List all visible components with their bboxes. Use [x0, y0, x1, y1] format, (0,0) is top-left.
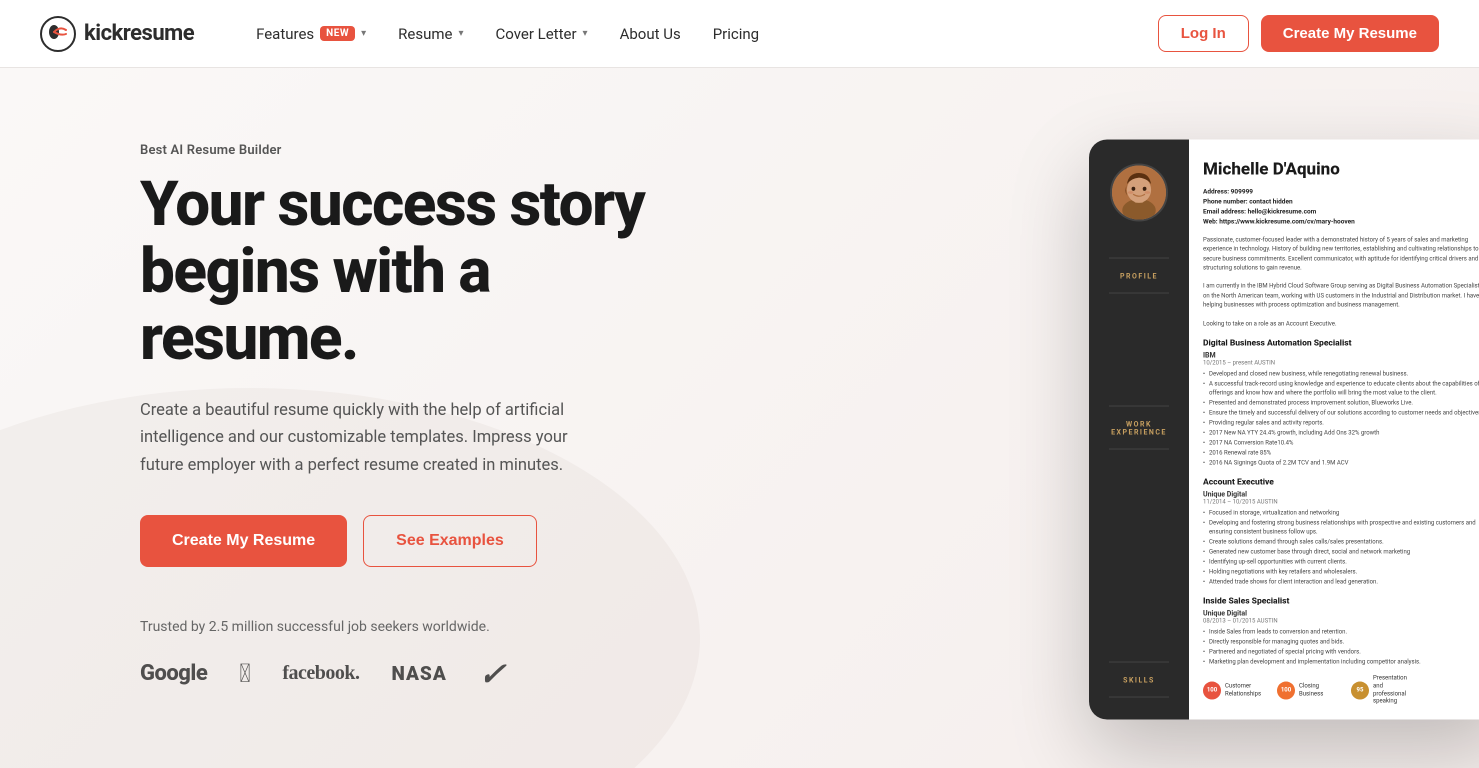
facebook-logo: facebook. [282, 662, 359, 685]
skill-score-1: 100 [1203, 681, 1221, 699]
skills-label: SKILLS [1123, 677, 1155, 685]
work-divider [1109, 406, 1169, 407]
hero-subtitle: Create a beautiful resume quickly with t… [140, 397, 600, 479]
login-button[interactable]: Log In [1158, 15, 1249, 52]
hero-content: Best AI Resume Builder Your success stor… [140, 143, 680, 693]
resume-preview: PROFILE WORKEXPERIENCE SKILLS Michelle D… [1089, 140, 1479, 720]
hero-section: Best AI Resume Builder Your success stor… [0, 68, 1479, 768]
resume-web: Web: https://www.kickresume.com/cv/mary-… [1203, 218, 1479, 226]
skills-divider [1109, 662, 1169, 663]
hero-badge: Best AI Resume Builder [140, 143, 680, 158]
work-divider-2 [1109, 449, 1169, 450]
logo-text: kickresume [84, 21, 194, 46]
nike-logo: ✓ [477, 655, 506, 693]
resume-job-title-3: Inside Sales Specialist [1203, 596, 1479, 606]
skill-1: 100 Customer Relationships [1203, 674, 1269, 705]
skill-score-3: 95 [1351, 681, 1369, 699]
resume-job-title-2: Account Executive [1203, 477, 1479, 487]
resume-address: Address: 909999 [1203, 188, 1479, 196]
skill-2: 100 Closing Business [1277, 674, 1343, 705]
resume-bullets-3: Inside Sales from leads to conversion an… [1203, 627, 1479, 666]
resume-date-2: 11/2014 – 10/2015 AUSTIN [1203, 498, 1479, 505]
skills-divider-2 [1109, 697, 1169, 698]
resume-bullets-2: Focused in storage, virtualization and n… [1203, 508, 1479, 586]
skill-name-2: Closing Business [1299, 682, 1343, 698]
skill-3: 95 Presentation and professional speakin… [1351, 674, 1417, 705]
nav-item-about[interactable]: About Us [606, 17, 695, 51]
create-resume-button-nav[interactable]: Create My Resume [1261, 15, 1439, 52]
resume-person-name: Michelle D'Aquino [1203, 160, 1479, 180]
profile-divider-2 [1109, 293, 1169, 294]
google-logo: Google [140, 661, 207, 686]
skill-name-1: Customer Relationships [1225, 682, 1269, 698]
resume-sidebar: PROFILE WORKEXPERIENCE SKILLS [1089, 140, 1189, 720]
apple-logo:  [239, 659, 250, 689]
navbar: kickresume Features NEW ▾ Resume ▾ Cover… [0, 0, 1479, 68]
resume-skills: 100 Customer Relationships 100 Closing B… [1203, 674, 1479, 705]
resume-date-1: 10/2015 – present AUSTIN [1203, 359, 1479, 366]
features-chevron-icon: ▾ [361, 28, 366, 39]
resume-job-title-1: Digital Business Automation Specialist [1203, 338, 1479, 348]
resume-phone: Phone number: contact hidden [1203, 198, 1479, 206]
logo[interactable]: kickresume [40, 16, 194, 52]
nav-item-features[interactable]: Features NEW ▾ [242, 17, 380, 51]
nav-item-cover-letter[interactable]: Cover Letter ▾ [482, 17, 602, 51]
hero-buttons: Create My Resume See Examples [140, 515, 680, 567]
resume-avatar [1110, 164, 1168, 222]
resume-bullets-1: Developed and closed new business, while… [1203, 369, 1479, 467]
brand-logos: Google  facebook. NASA ✓ [140, 655, 680, 693]
skill-name-3: Presentation and professional speaking [1373, 674, 1417, 705]
nav-actions: Log In Create My Resume [1158, 15, 1439, 52]
create-resume-button-hero[interactable]: Create My Resume [140, 515, 347, 567]
resume-company-2: Unique Digital [1203, 490, 1479, 498]
nasa-logo: NASA [391, 662, 446, 685]
profile-divider [1109, 258, 1169, 259]
resume-date-3: 08/2013 – 01/2015 AUSTIN [1203, 617, 1479, 624]
work-label: WORKEXPERIENCE [1111, 421, 1167, 437]
nav-item-pricing[interactable]: Pricing [699, 17, 773, 51]
trusted-text: Trusted by 2.5 million successful job se… [140, 619, 680, 635]
resume-company-3: Unique Digital [1203, 609, 1479, 617]
skill-score-2: 100 [1277, 681, 1295, 699]
see-examples-button[interactable]: See Examples [363, 515, 537, 567]
resume-profile-text: Passionate, customer-focused leader with… [1203, 236, 1479, 329]
features-badge: NEW [320, 26, 355, 41]
resume-main: Michelle D'Aquino Address: 909999 Phone … [1189, 140, 1479, 720]
resume-company-1: IBM [1203, 351, 1479, 359]
resume-chevron-icon: ▾ [458, 28, 463, 39]
nav-item-resume[interactable]: Resume ▾ [384, 17, 477, 51]
resume-email: Email address: hello@kickresume.com [1203, 208, 1479, 216]
hero-title: Your success story begins with a resume. [140, 172, 680, 373]
cover-letter-chevron-icon: ▾ [583, 28, 588, 39]
profile-label: PROFILE [1120, 273, 1158, 281]
nav-links: Features NEW ▾ Resume ▾ Cover Letter ▾ A… [242, 17, 1158, 51]
